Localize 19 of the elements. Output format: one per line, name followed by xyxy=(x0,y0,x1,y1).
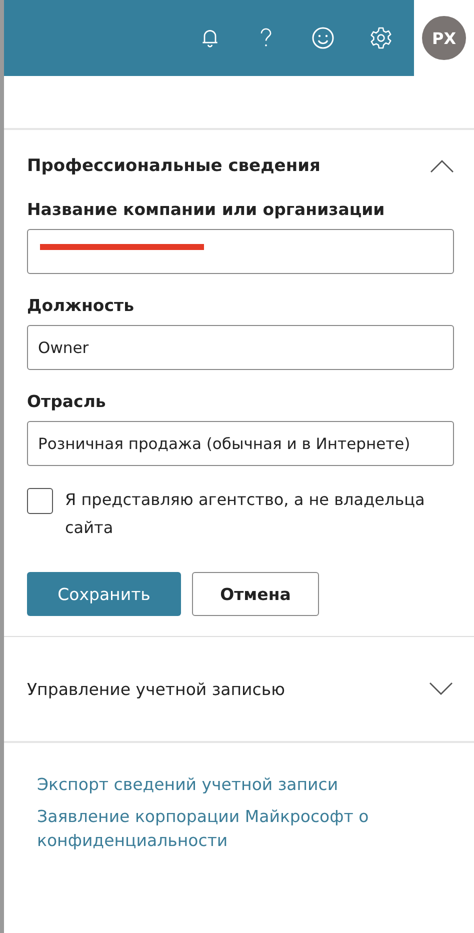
settings-icon[interactable] xyxy=(369,26,393,50)
smiley-icon[interactable] xyxy=(311,26,335,50)
link[interactable]: Экспорт сведений учетной записи xyxy=(37,773,454,797)
save-button[interactable]: Сохранить xyxy=(27,572,181,616)
input-field[interactable]: Owner xyxy=(27,325,454,370)
cancel-button[interactable]: Отмена xyxy=(192,572,319,616)
field-label: Название компании или организации xyxy=(27,200,386,219)
section-title: Профессиональные сведения xyxy=(27,156,320,176)
user-avatar[interactable]: PX xyxy=(422,16,466,60)
input-field[interactable] xyxy=(27,229,454,274)
checkbox[interactable] xyxy=(27,488,53,514)
field-label: Отрасль xyxy=(27,392,107,411)
field-label: Должность xyxy=(27,296,136,315)
link[interactable]: Заявление корпорации Майкрософт о конфиденциальности xyxy=(37,805,454,853)
chevron-icon[interactable] xyxy=(428,682,454,696)
chevron-icon[interactable] xyxy=(430,159,454,173)
accordion-title[interactable]: Управление учетной записью xyxy=(27,680,285,698)
checkbox-label: Я представляю агентство, а не владельца сайта xyxy=(65,489,426,539)
dropdown-field[interactable]: Розничная продажа (обычная и в Интернете) xyxy=(27,421,454,466)
